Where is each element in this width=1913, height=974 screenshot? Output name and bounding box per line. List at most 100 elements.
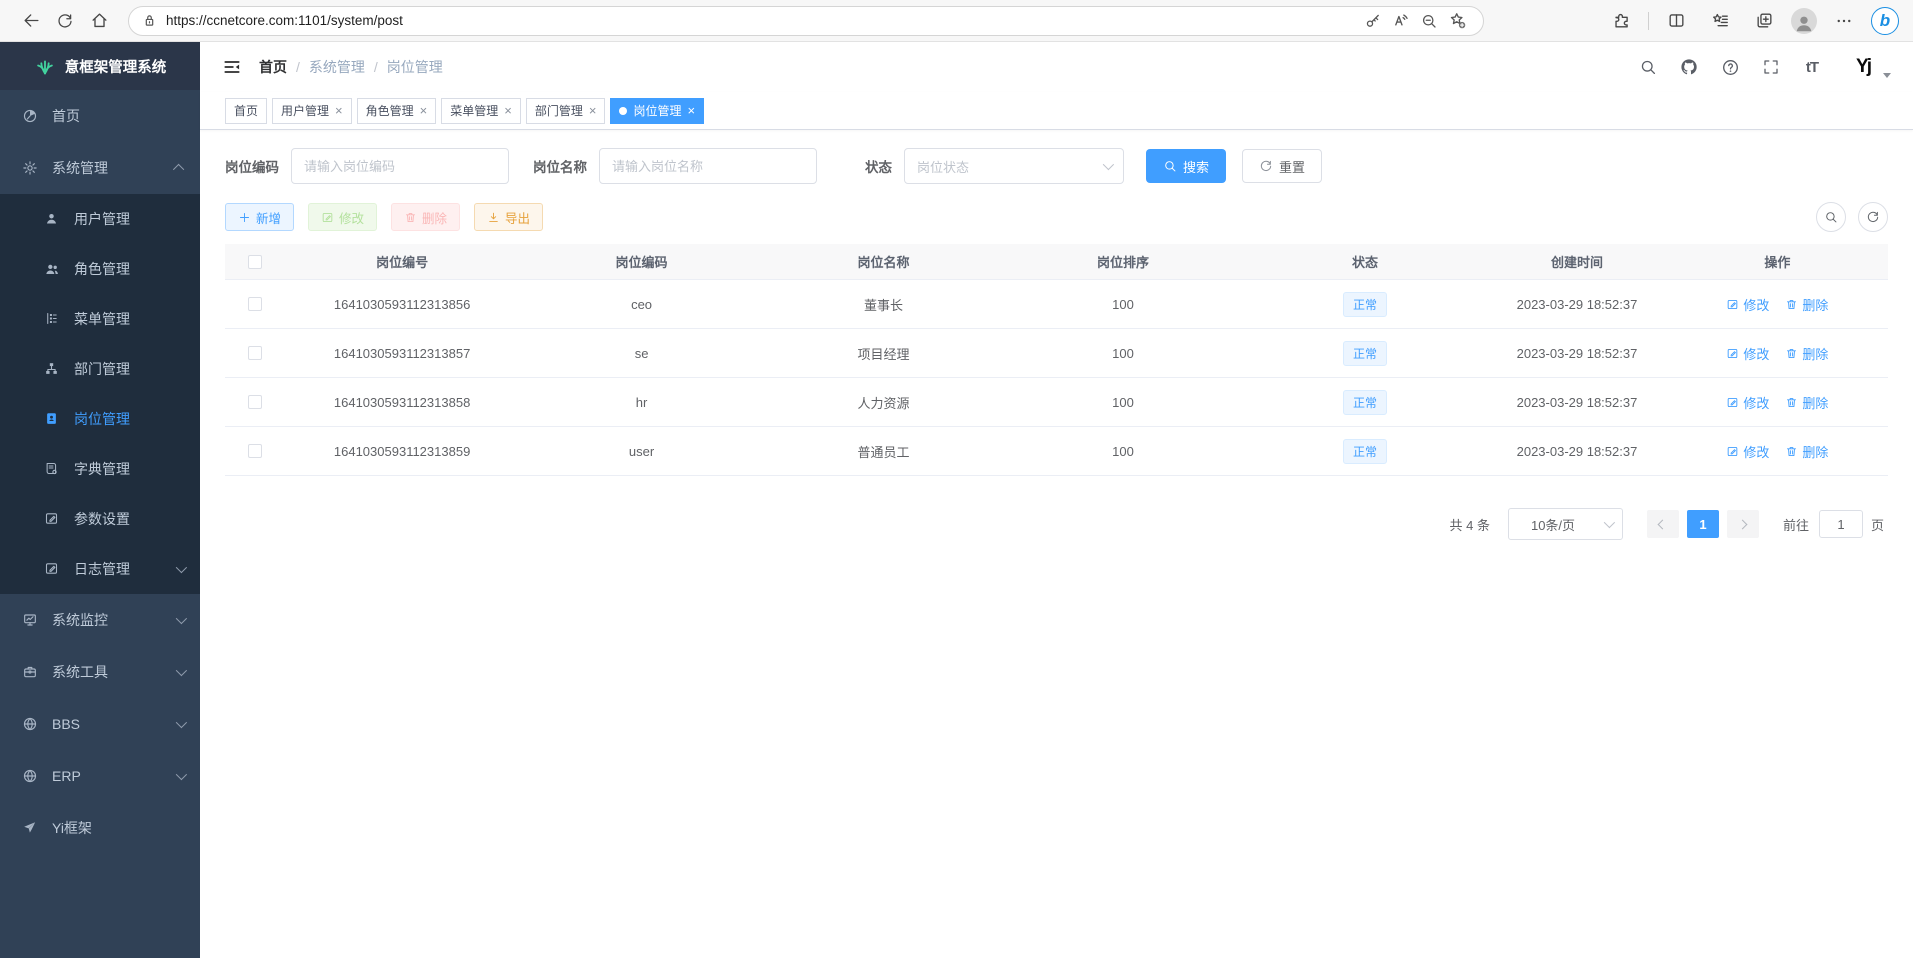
- header-search-icon[interactable]: [1637, 56, 1659, 78]
- row-checkbox[interactable]: [248, 395, 262, 409]
- row-delete-link[interactable]: 删除: [1785, 295, 1828, 314]
- table-header-row: 岗位编号 岗位编码 岗位名称 岗位排序 状态 创建时间 操作: [225, 244, 1888, 280]
- book-icon: [44, 461, 60, 477]
- delete-button[interactable]: 删除: [391, 203, 460, 231]
- tab-departments[interactable]: 部门管理×: [526, 98, 606, 124]
- sidebar-item-home[interactable]: 首页: [0, 90, 200, 142]
- favorites-icon[interactable]: [1703, 4, 1737, 38]
- sidebar-fold-icon[interactable]: [215, 50, 249, 84]
- github-icon[interactable]: [1678, 56, 1700, 78]
- bing-chat-icon[interactable]: b: [1871, 7, 1899, 35]
- url-text[interactable]: https://ccnetcore.com:1101/system/post: [166, 13, 1359, 28]
- close-icon[interactable]: ×: [504, 104, 512, 117]
- close-icon[interactable]: ×: [589, 104, 597, 117]
- address-bar[interactable]: https://ccnetcore.com:1101/system/post: [128, 6, 1484, 36]
- row-edit-link[interactable]: 修改: [1726, 442, 1769, 461]
- post-code-input[interactable]: [291, 148, 509, 184]
- status-badge: 正常: [1343, 341, 1387, 366]
- sidebar-item-parameters[interactable]: 参数设置: [0, 494, 200, 544]
- row-edit-link[interactable]: 修改: [1726, 295, 1769, 314]
- row-delete-link[interactable]: 删除: [1785, 393, 1828, 412]
- sidebar-item-logs[interactable]: 日志管理: [0, 544, 200, 594]
- select-all-checkbox[interactable]: [248, 255, 262, 269]
- sidebar-item-menus[interactable]: 菜单管理: [0, 294, 200, 344]
- breadcrumb-home[interactable]: 首页: [259, 57, 287, 77]
- collections-icon[interactable]: [1747, 4, 1781, 38]
- user-avatar-menu[interactable]: Yj: [1848, 52, 1891, 82]
- row-delete-link[interactable]: 删除: [1785, 442, 1828, 461]
- search-button[interactable]: 搜索: [1146, 149, 1226, 183]
- prev-page-button[interactable]: [1647, 510, 1679, 538]
- split-screen-icon[interactable]: [1659, 4, 1693, 38]
- reset-button[interactable]: 重置: [1242, 149, 1322, 183]
- browser-profile-avatar[interactable]: [1791, 8, 1817, 34]
- row-delete-link[interactable]: 删除: [1785, 344, 1828, 363]
- browser-menu-icon[interactable]: [1827, 4, 1861, 38]
- sidebar-item-monitor[interactable]: 系统监控: [0, 594, 200, 646]
- table-toolbar: 新增 修改 删除 导出: [225, 202, 1888, 232]
- row-checkbox[interactable]: [248, 444, 262, 458]
- next-page-button[interactable]: [1727, 510, 1759, 538]
- row-checkbox[interactable]: [248, 346, 262, 360]
- sidebar-item-tools[interactable]: 系统工具: [0, 646, 200, 698]
- sidebar-item-posts[interactable]: 岗位管理: [0, 394, 200, 444]
- page-size-select[interactable]: 10条/页: [1508, 508, 1623, 540]
- export-button[interactable]: 导出: [474, 203, 543, 231]
- app-title: 意框架管理系统: [65, 56, 167, 77]
- extensions-icon[interactable]: [1604, 4, 1638, 38]
- sidebar-item-departments[interactable]: 部门管理: [0, 344, 200, 394]
- sidebar-item-dictionary[interactable]: 字典管理: [0, 444, 200, 494]
- post-code-label: 岗位编码: [225, 156, 279, 176]
- tab-roles[interactable]: 角色管理×: [357, 98, 437, 124]
- edit-square-icon: [44, 511, 60, 527]
- fullscreen-icon[interactable]: [1760, 56, 1782, 78]
- sidebar-item-roles[interactable]: 角色管理: [0, 244, 200, 294]
- font-size-icon[interactable]: tT: [1801, 56, 1823, 78]
- goto-page-input[interactable]: [1819, 510, 1863, 538]
- row-edit-link[interactable]: 修改: [1726, 344, 1769, 363]
- chevron-up-icon: [173, 164, 184, 175]
- toolbar-divider: [1648, 12, 1649, 30]
- status-select[interactable]: 岗位状态: [904, 148, 1124, 184]
- globe-icon: [22, 768, 38, 784]
- browser-back-button[interactable]: [14, 4, 48, 38]
- post-name: 项目经理: [764, 344, 1003, 363]
- created-time: 2023-03-29 18:52:37: [1487, 444, 1667, 459]
- read-aloud-icon[interactable]: [1387, 7, 1415, 35]
- close-icon[interactable]: ×: [335, 104, 343, 117]
- sidebar-item-bbs[interactable]: BBS: [0, 698, 200, 750]
- browser-refresh-button[interactable]: [48, 4, 82, 38]
- show-search-button[interactable]: [1816, 202, 1846, 232]
- add-favorite-icon[interactable]: [1443, 7, 1471, 35]
- post-code: ceo: [519, 297, 763, 312]
- tab-users[interactable]: 用户管理×: [272, 98, 352, 124]
- password-key-icon[interactable]: [1359, 7, 1387, 35]
- help-icon[interactable]: [1719, 56, 1741, 78]
- zoom-out-icon[interactable]: [1415, 7, 1443, 35]
- created-time: 2023-03-29 18:52:37: [1487, 395, 1667, 410]
- sidebar-item-system[interactable]: 系统管理: [0, 142, 200, 194]
- post-name-input[interactable]: [599, 148, 817, 184]
- close-icon[interactable]: ×: [687, 104, 695, 117]
- post-id: 1641030593112313856: [285, 297, 519, 312]
- edit-button[interactable]: 修改: [308, 203, 377, 231]
- page-number-1[interactable]: 1: [1687, 510, 1719, 538]
- tab-menus[interactable]: 菜单管理×: [441, 98, 521, 124]
- sidebar: 意框架管理系统 首页 系统管理 用户管理 角色管理 菜单管理: [0, 42, 200, 958]
- post-id: 1641030593112313859: [285, 444, 519, 459]
- row-checkbox[interactable]: [248, 297, 262, 311]
- tab-posts[interactable]: 岗位管理×: [610, 98, 704, 124]
- row-edit-link[interactable]: 修改: [1726, 393, 1769, 412]
- browser-home-button[interactable]: [82, 4, 116, 38]
- sidebar-item-users[interactable]: 用户管理: [0, 194, 200, 244]
- globe-icon: [22, 716, 38, 732]
- add-button[interactable]: 新增: [225, 203, 294, 231]
- sidebar-item-yi-framework[interactable]: Yi框架: [0, 802, 200, 854]
- close-icon[interactable]: ×: [420, 104, 428, 117]
- chevron-down-icon: [1103, 159, 1114, 170]
- tab-home[interactable]: 首页: [225, 98, 267, 124]
- table-row: 1641030593112313859 user 普通员工 100 正常 202…: [225, 427, 1888, 476]
- user-avatar[interactable]: Yj: [1848, 52, 1878, 82]
- sidebar-item-erp[interactable]: ERP: [0, 750, 200, 802]
- refresh-table-button[interactable]: [1858, 202, 1888, 232]
